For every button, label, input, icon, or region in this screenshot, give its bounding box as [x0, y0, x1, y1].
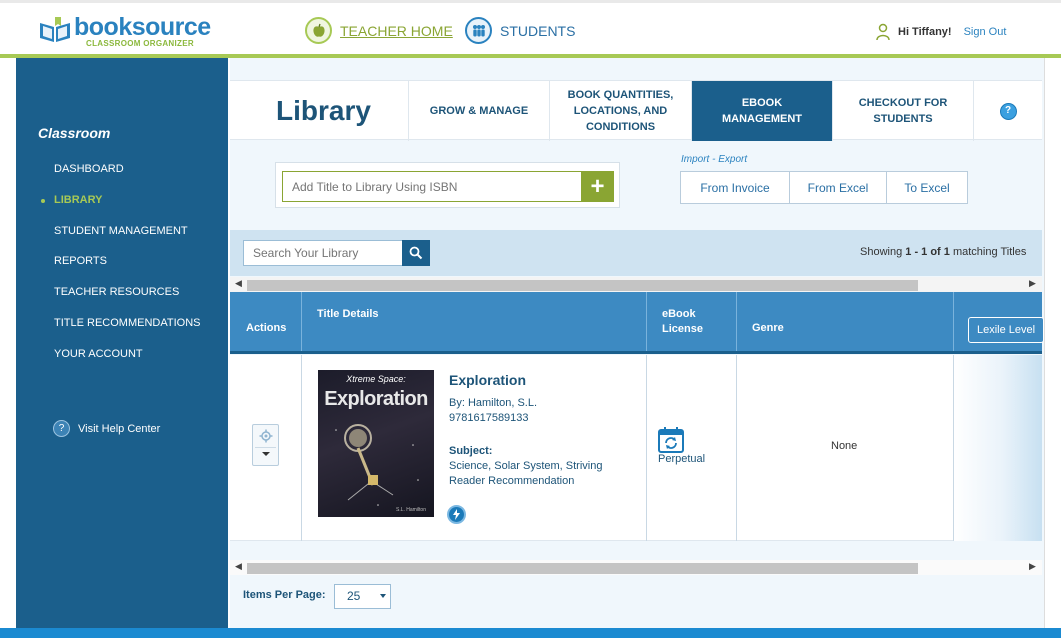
results-count: Showing 1 - 1 of 1 matching Titles [860, 246, 1026, 258]
tab-checkout-label: CHECKOUT FOR STUDENTS [858, 97, 948, 125]
brand-name: booksource [74, 13, 211, 41]
book-logo-icon [40, 17, 70, 42]
question-icon: ? [999, 102, 1017, 120]
search-input[interactable] [243, 240, 403, 266]
column-header-genre[interactable]: Genre [737, 292, 954, 351]
chevron-down-icon [380, 594, 386, 598]
license-type: Perpetual [658, 453, 706, 465]
lexile-level-button[interactable]: Lexile Level [968, 317, 1044, 343]
brand-tagline: CLASSROOM ORGANIZER [86, 39, 194, 48]
search-button[interactable] [402, 240, 430, 266]
library-header: Library GROW & MANAGE BOOK QUANTITIES, L… [230, 80, 1042, 141]
space-probe-illustration [335, 424, 419, 506]
sidebar-item-dashboard[interactable]: DASHBOARD [54, 163, 124, 175]
active-indicator-dot [41, 199, 45, 203]
scroll-left-arrow-icon[interactable]: ◀ [235, 561, 242, 572]
cover-author: S.L. Hamilton [395, 507, 426, 513]
isbn-panel: + [275, 162, 620, 208]
sidebar-item-your-account[interactable]: YOUR ACCOUNT [54, 348, 143, 360]
nav-teacher-home-label: TEACHER HOME [340, 22, 453, 39]
column-divider [301, 355, 302, 541]
perpetual-license-icon [658, 427, 684, 453]
sidebar-item-reports[interactable]: REPORTS [54, 255, 107, 267]
nav-students[interactable]: STUDENTS [465, 17, 575, 44]
horizontal-scrollbar-top[interactable]: ◀ ▶ [230, 277, 1042, 292]
plus-icon: + [590, 172, 605, 200]
results-prefix: Showing [860, 246, 903, 258]
book-subjects: Science, Solar System, Striving Reader R… [449, 460, 603, 487]
from-invoice-button[interactable]: From Invoice [681, 172, 790, 203]
import-export-group: From Invoice From Excel To Excel [680, 171, 968, 204]
brand-logo[interactable]: booksource CLASSROOM ORGANIZER [38, 15, 211, 48]
scrollbar-thumb[interactable] [247, 280, 918, 291]
add-title-button[interactable]: + [581, 171, 614, 202]
top-bar: booksource CLASSROOM ORGANIZER TEACHER H… [0, 0, 1061, 56]
results-range: 1 - 1 of 1 [905, 246, 950, 258]
sidebar-item-library[interactable]: LIBRARY [54, 194, 102, 206]
tab-book-quantities[interactable]: BOOK QUANTITIES, LOCATIONS, AND CONDITIO… [549, 81, 691, 141]
sidebar-item-student-management[interactable]: STUDENT MANAGEMENT [54, 225, 188, 237]
vertical-scrollbar[interactable] [1044, 58, 1061, 638]
tab-ebook-management[interactable]: eBOOK MANAGEMENT [691, 81, 832, 141]
column-divider [646, 355, 647, 541]
book-author: By: Hamilton, S.L. [449, 397, 538, 409]
results-suffix: matching Titles [952, 246, 1027, 258]
scroll-left-arrow-icon[interactable]: ◀ [235, 278, 242, 289]
tab-book-quantities-label: BOOK QUANTITIES, LOCATIONS, AND CONDITIO… [567, 89, 674, 133]
import-export-label: Import - Export [681, 154, 748, 165]
column-divider [736, 355, 737, 541]
to-excel-button[interactable]: To Excel [887, 172, 967, 203]
help-center-link[interactable]: ? Visit Help Center [53, 420, 160, 437]
column-header-ebook-license[interactable]: eBook License [647, 292, 737, 351]
genre-value: None [831, 440, 858, 452]
search-icon [409, 246, 423, 260]
user-area: Hi Tiffany! Sign Out [876, 23, 1006, 41]
help-icon: ? [53, 420, 70, 437]
user-greeting: Hi Tiffany! [898, 26, 952, 38]
isbn-input[interactable] [282, 171, 582, 202]
table-header: Actions Title Details eBook License Genr… [230, 292, 1042, 354]
sidebar-section-title: Classroom [38, 125, 111, 141]
page-title: Library [276, 95, 371, 126]
dropdown-divider [255, 447, 276, 448]
items-per-page-label: Items Per Page: [243, 589, 326, 601]
nav-students-label: STUDENTS [500, 22, 576, 39]
nav-teacher-home[interactable]: TEACHER HOME [305, 17, 453, 44]
user-icon [876, 23, 890, 41]
lexile-column-fade [954, 355, 1042, 541]
tab-grow-manage-label: GROW & MANAGE [429, 105, 529, 117]
sidebar-item-title-recommendations[interactable]: TITLE RECOMMENDATIONS [54, 317, 200, 329]
tab-ebook-management-label: eBOOK MANAGEMENT [721, 97, 803, 125]
tab-grow-manage[interactable]: GROW & MANAGE [408, 81, 549, 141]
book-subject-label: Subject: [449, 445, 493, 457]
sidebar-item-teacher-resources[interactable]: TEACHER RESOURCES [54, 286, 179, 298]
ebook-badge-icon [447, 505, 466, 524]
apple-icon [305, 17, 332, 44]
from-excel-button[interactable]: From Excel [790, 172, 887, 203]
tab-help[interactable]: ? [973, 81, 1042, 141]
horizontal-scrollbar-bottom[interactable]: ◀ ▶ [230, 560, 1042, 575]
gear-icon [259, 429, 273, 443]
students-icon [465, 17, 492, 44]
sidebar: Classroom DASHBOARD LIBRARY STUDENT MANA… [16, 58, 228, 638]
book-cover-image[interactable]: Xtreme Space: Exploration S.L. Hamilton [318, 370, 434, 517]
scrollbar-thumb[interactable] [247, 563, 918, 574]
chevron-down-icon [262, 452, 270, 456]
help-center-label: Visit Help Center [78, 422, 161, 435]
book-title-link[interactable]: Exploration [449, 372, 526, 388]
scroll-right-arrow-icon[interactable]: ▶ [1029, 561, 1036, 572]
column-header-actions: Actions [230, 292, 302, 351]
scroll-right-arrow-icon[interactable]: ▶ [1029, 278, 1036, 289]
tab-checkout-for-students[interactable]: CHECKOUT FOR STUDENTS [832, 81, 973, 141]
column-header-title-details[interactable]: Title Details [302, 292, 647, 351]
sign-out-link[interactable]: Sign Out [964, 26, 1007, 38]
row-actions-dropdown[interactable] [252, 424, 279, 466]
footer-stripe [0, 628, 1061, 638]
book-isbn: 9781617589133 [449, 412, 529, 424]
